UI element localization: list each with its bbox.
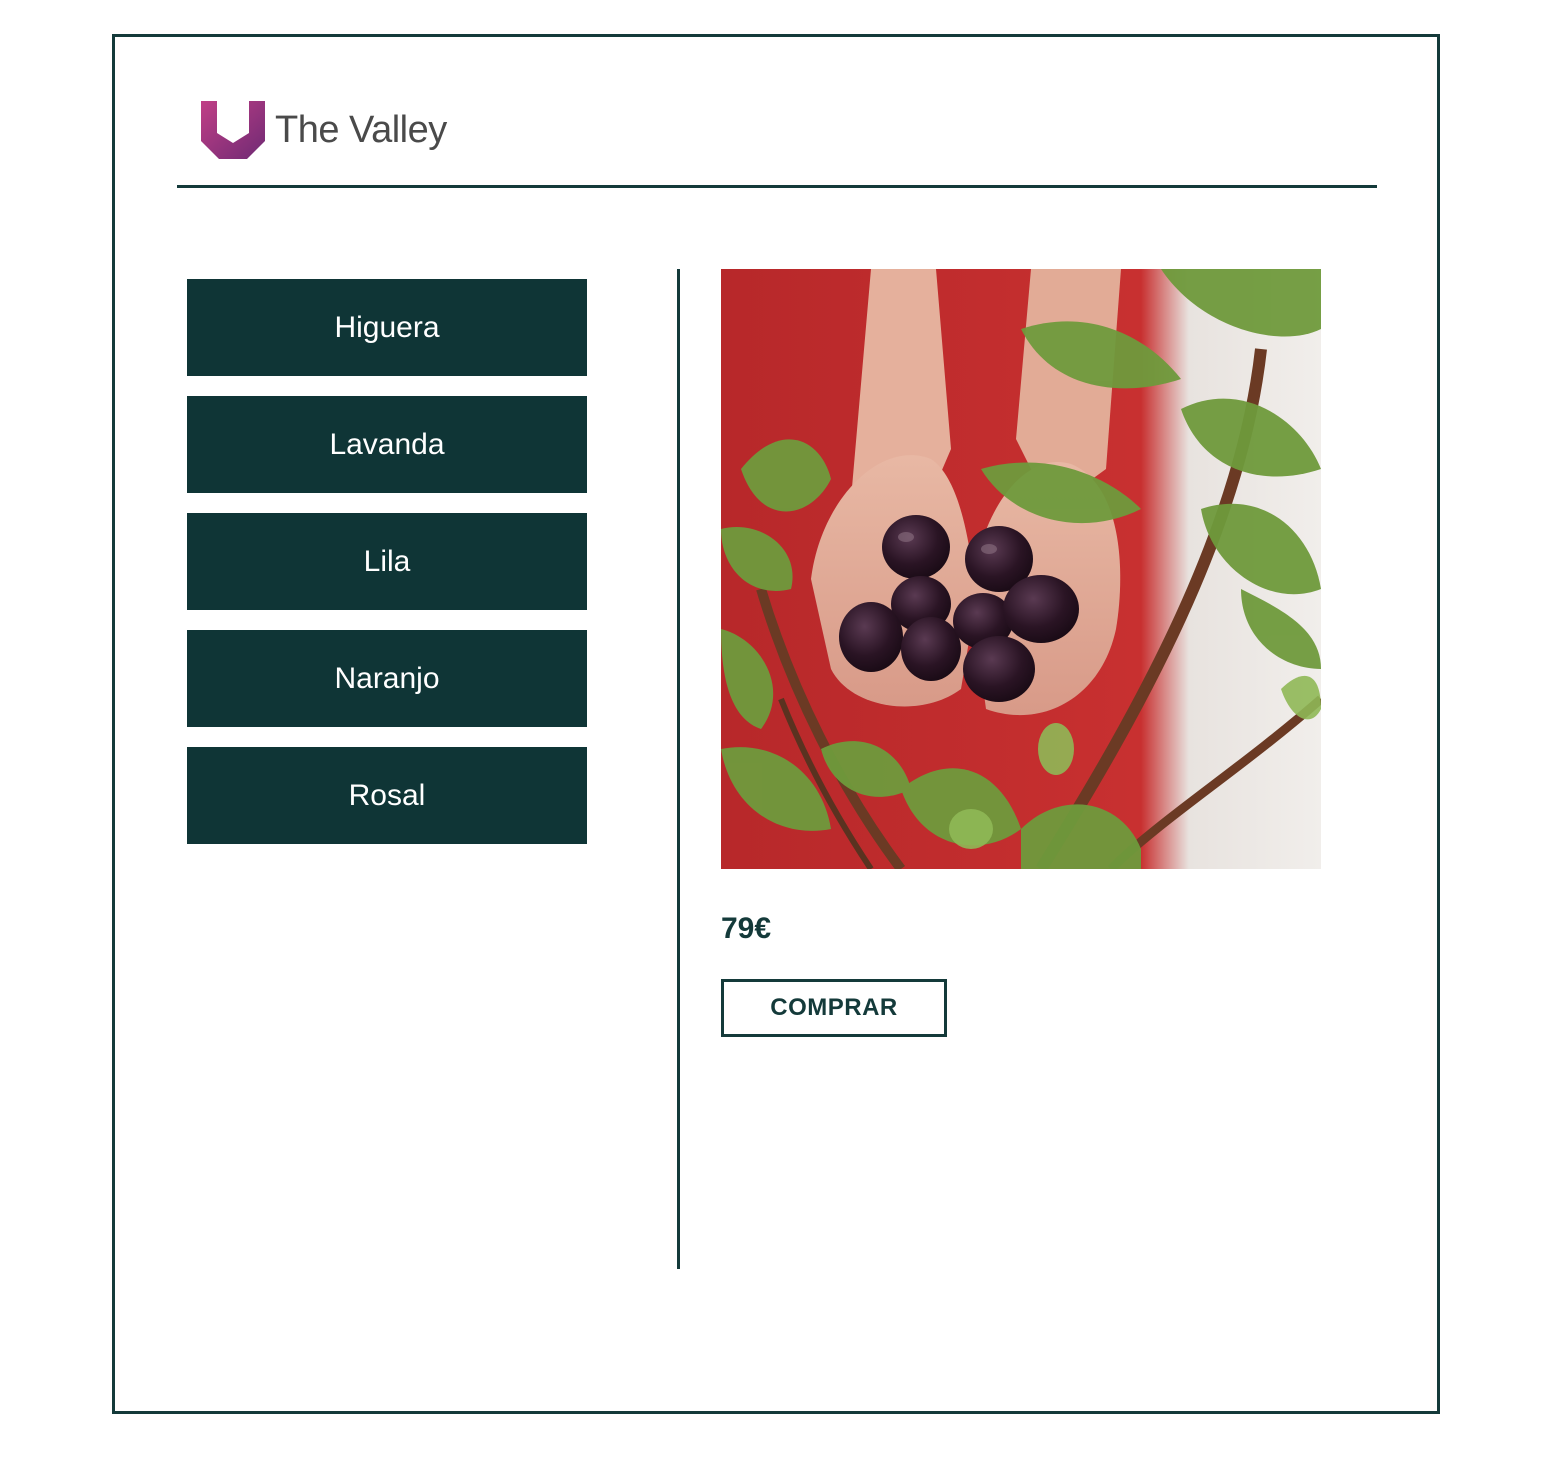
valley-u-logo-icon	[201, 101, 265, 159]
plant-menu: Higuera Lavanda Lila Naranjo Rosal	[187, 279, 587, 864]
product-detail: 79€ COMPRAR	[721, 269, 1321, 1037]
plant-button-rosal[interactable]: Rosal	[187, 747, 587, 844]
plant-button-label: Rosal	[348, 778, 426, 812]
product-image	[721, 269, 1321, 869]
plant-button-label: Lavanda	[329, 427, 445, 461]
header-divider	[177, 185, 1377, 188]
plant-button-higuera[interactable]: Higuera	[187, 279, 587, 376]
plant-button-label: Higuera	[334, 310, 440, 344]
plant-button-label: Lila	[363, 544, 411, 578]
buy-button-label: COMPRAR	[770, 994, 898, 1021]
page-frame: The Valley Higuera Lavanda Lila Naranjo …	[112, 34, 1440, 1414]
plant-button-lavanda[interactable]: Lavanda	[187, 396, 587, 493]
plant-button-lila[interactable]: Lila	[187, 513, 587, 610]
brand-logo[interactable]: The Valley	[201, 101, 447, 159]
plant-button-naranjo[interactable]: Naranjo	[187, 630, 587, 727]
plant-button-label: Naranjo	[334, 661, 440, 695]
buy-button[interactable]: COMPRAR	[721, 979, 947, 1037]
brand-name: The Valley	[275, 109, 447, 151]
vertical-divider	[677, 269, 680, 1269]
product-price: 79€	[721, 912, 772, 945]
